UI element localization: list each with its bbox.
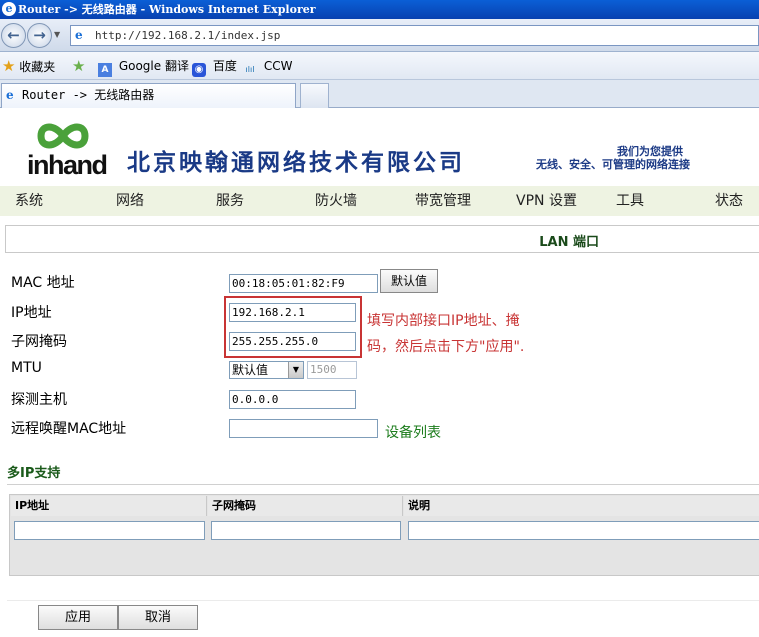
- logo-wordmark: inhand: [27, 150, 108, 180]
- favorite-ccw[interactable]: ılıl CCW: [243, 52, 293, 80]
- history-dropdown-icon[interactable]: ▼: [54, 30, 60, 39]
- favorites-button[interactable]: ★ 收藏夹: [2, 52, 55, 81]
- multi-ip-table: IP地址 子网掩码 说明: [9, 494, 759, 576]
- tab-bar: e Router -> 无线路由器: [0, 80, 759, 108]
- google-translate-icon: A: [98, 63, 112, 77]
- cisco-icon: ılıl: [245, 65, 255, 74]
- page-icon: e: [75, 28, 83, 42]
- cancel-button[interactable]: 取消: [118, 605, 198, 630]
- wol-mac-label: 远程唤醒MAC地址: [11, 421, 127, 437]
- address-url[interactable]: http://192.168.2.1/index.jsp: [95, 29, 280, 42]
- col-header-description: 说明: [404, 496, 759, 516]
- probe-host-label: 探测主机: [11, 392, 67, 408]
- mtu-select[interactable]: 默认值 ▼: [229, 361, 304, 379]
- nav-services[interactable]: 服务: [216, 186, 244, 216]
- main-nav: 系统 网络 服务 防火墙 带宽管理 VPN 设置 工具 状态: [0, 186, 759, 216]
- slogan-line2: 无线、安全、可管理的网络连接: [536, 158, 690, 171]
- mtu-label: MTU: [11, 360, 42, 376]
- multi-ip-address-input[interactable]: [14, 521, 205, 540]
- wol-mac-input[interactable]: [229, 419, 378, 438]
- multi-ip-description-input[interactable]: [408, 521, 759, 540]
- col-header-ip: IP地址: [11, 496, 207, 516]
- nav-network[interactable]: 网络: [116, 186, 144, 216]
- favorites-bar: ★ 收藏夹 ★ A Google 翻译 ◉ 百度 ılıl CCW: [0, 52, 759, 80]
- address-toolbar: ← → ▼ e http://192.168.2.1/index.jsp: [0, 19, 759, 52]
- ip-label: IP地址: [11, 305, 52, 321]
- page-icon: e: [6, 88, 14, 102]
- probe-host-input[interactable]: 0.0.0.0: [229, 390, 356, 409]
- mtu-value-input: 1500: [307, 361, 357, 379]
- nav-firewall[interactable]: 防火墙: [315, 186, 357, 216]
- inhand-logo: inhand: [27, 118, 108, 180]
- divider: [7, 484, 759, 485]
- add-favorite-icon[interactable]: ★: [72, 52, 85, 81]
- favorite-label: 百度: [212, 59, 237, 73]
- mac-default-button[interactable]: 默认值: [380, 269, 438, 293]
- multi-ip-title: 多IP支持: [7, 466, 61, 481]
- forward-button[interactable]: →: [27, 23, 52, 48]
- new-tab-button[interactable]: [300, 83, 329, 108]
- favorite-label: CCW: [263, 59, 293, 73]
- window-titlebar: e Router -> 无线路由器 - Windows Internet Exp…: [0, 0, 759, 19]
- nav-status[interactable]: 状态: [715, 186, 743, 216]
- nav-tools[interactable]: 工具: [616, 186, 644, 216]
- tab-router[interactable]: e Router -> 无线路由器: [1, 83, 296, 108]
- section-title: LAN 端口: [539, 235, 599, 250]
- ie-logo-icon: e: [2, 2, 16, 16]
- chevron-down-icon: ▼: [288, 362, 303, 378]
- window-title: Router -> 无线路由器 - Windows Internet Explo…: [18, 3, 316, 16]
- favorites-label: 收藏夹: [19, 60, 56, 74]
- nav-system[interactable]: 系统: [15, 186, 43, 216]
- multi-ip-netmask-input[interactable]: [211, 521, 401, 540]
- favorite-baidu[interactable]: ◉ 百度: [192, 52, 237, 80]
- mtu-selected-option: 默认值: [232, 363, 269, 377]
- favorite-google-translate[interactable]: A Google 翻译: [98, 52, 189, 80]
- mac-input[interactable]: 00:18:05:01:82:F9: [229, 274, 378, 293]
- company-name: 北京映翰通网络技术有限公司: [127, 149, 465, 176]
- inhand-infinity-icon: [37, 123, 89, 149]
- mac-label: MAC 地址: [11, 275, 75, 291]
- address-field[interactable]: e http://192.168.2.1/index.jsp: [70, 25, 759, 46]
- annotation-line2: 码，然后点击下方"应用".: [367, 339, 525, 355]
- divider: [7, 600, 759, 601]
- section-header: LAN 端口: [5, 225, 759, 253]
- apply-button[interactable]: 应用: [38, 605, 118, 630]
- back-button[interactable]: ←: [1, 23, 26, 48]
- nav-vpn[interactable]: VPN 设置: [516, 186, 577, 216]
- device-list-link[interactable]: 设备列表: [385, 422, 441, 442]
- nav-bandwidth[interactable]: 带宽管理: [415, 186, 471, 216]
- annotation-text: 填写内部接口IP地址、掩 码，然后点击下方"应用".: [367, 308, 562, 360]
- netmask-label: 子网掩码: [11, 334, 67, 350]
- col-header-netmask: 子网掩码: [208, 496, 403, 516]
- favorite-label: Google 翻译: [118, 59, 189, 73]
- baidu-paw-icon: ◉: [192, 63, 206, 77]
- tab-title: Router -> 无线路由器: [22, 88, 155, 102]
- annotation-highlight-box: [224, 296, 362, 358]
- annotation-line1: 填写内部接口IP地址、掩: [367, 313, 520, 329]
- star-icon: ★: [2, 57, 16, 75]
